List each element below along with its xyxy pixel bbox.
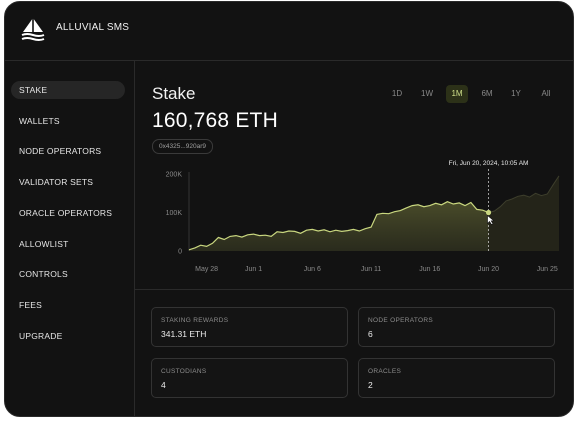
stat-card-staking-rewards: STAKING REWARDS 341.31 ETH — [151, 307, 348, 347]
alluvial-logo-icon — [21, 18, 45, 41]
area-past — [189, 201, 489, 251]
stat-label: CUSTODIANS — [161, 368, 207, 375]
stat-label: NODE OPERATORS — [368, 317, 433, 324]
stat-card-custodians: CUSTODIANS 4 — [151, 358, 348, 398]
area-future — [488, 175, 559, 251]
hover-dot — [485, 209, 492, 216]
y-tick-label: 200K — [166, 172, 183, 179]
top-bar: ALLUVIAL SMS — [5, 2, 573, 61]
stat-value: 6 — [368, 329, 373, 339]
stat-label: STAKING REWARDS — [161, 317, 229, 324]
x-tick-label: Jun 1 — [245, 266, 262, 273]
sidebar-item-oracle-operators[interactable]: ORACLE OPERATORS — [11, 204, 125, 222]
app-title: ALLUVIAL SMS — [56, 22, 130, 33]
stat-label: ORACLES — [368, 368, 402, 375]
stake-chart[interactable]: 0 100K 200K May 28 Jun 1 Jun 6 Jun 11 Jun 16 Ju… — [135, 157, 573, 277]
stat-card-oracles: ORACLES 2 — [358, 358, 555, 398]
x-tick-label: Jun 25 — [537, 266, 558, 273]
sidebar-item-controls[interactable]: CONTROLS — [11, 265, 125, 283]
x-tick-label: May 28 — [195, 266, 218, 273]
range-1y-button[interactable]: 1Y — [506, 85, 526, 103]
sidebar-item-stake[interactable]: STAKE — [11, 81, 125, 99]
sidebar: STAKE WALLETS NODE OPERATORS VALIDATOR S… — [5, 61, 135, 416]
sidebar-item-node-operators[interactable]: NODE OPERATORS — [11, 142, 125, 160]
y-tick-label: 100K — [166, 210, 183, 217]
range-1w-button[interactable]: 1W — [417, 85, 437, 103]
stat-value: 2 — [368, 380, 373, 390]
app-window: ALLUVIAL SMS STAKE WALLETS NODE OPERATOR… — [4, 1, 574, 417]
range-6m-button[interactable]: 6M — [477, 85, 497, 103]
stat-value: 4 — [161, 380, 166, 390]
x-tick-label: Jun 20 — [478, 266, 499, 273]
total-stake-value: 160,768 ETH — [152, 109, 278, 132]
stat-card-node-operators: NODE OPERATORS 6 — [358, 307, 555, 347]
page-title: Stake — [152, 84, 196, 103]
main-content: Stake 160,768 ETH 0x4325...920ar9 1D 1W … — [135, 61, 573, 416]
sidebar-item-upgrade[interactable]: UPGRADE — [11, 327, 125, 345]
range-all-button[interactable]: All — [535, 85, 557, 103]
sidebar-item-wallets[interactable]: WALLETS — [11, 112, 125, 130]
sidebar-item-fees[interactable]: FEES — [11, 296, 125, 314]
range-1m-button[interactable]: 1M — [446, 85, 468, 103]
x-tick-label: Jun 6 — [304, 266, 321, 273]
tooltip-label: Fri, Jun 20, 2024, 10:05 AM — [449, 160, 529, 167]
address-pill[interactable]: 0x4325...920ar9 — [152, 139, 213, 154]
x-tick-label: Jun 11 — [361, 266, 382, 273]
stat-value: 341.31 ETH — [161, 329, 207, 339]
sidebar-item-validator-sets[interactable]: VALIDATOR SETS — [11, 173, 125, 191]
divider — [135, 289, 573, 290]
sidebar-item-allowlist[interactable]: ALLOWLIST — [11, 235, 125, 253]
x-tick-label: Jun 16 — [419, 266, 440, 273]
range-1d-button[interactable]: 1D — [387, 85, 407, 103]
y-tick-label: 0 — [178, 249, 182, 256]
